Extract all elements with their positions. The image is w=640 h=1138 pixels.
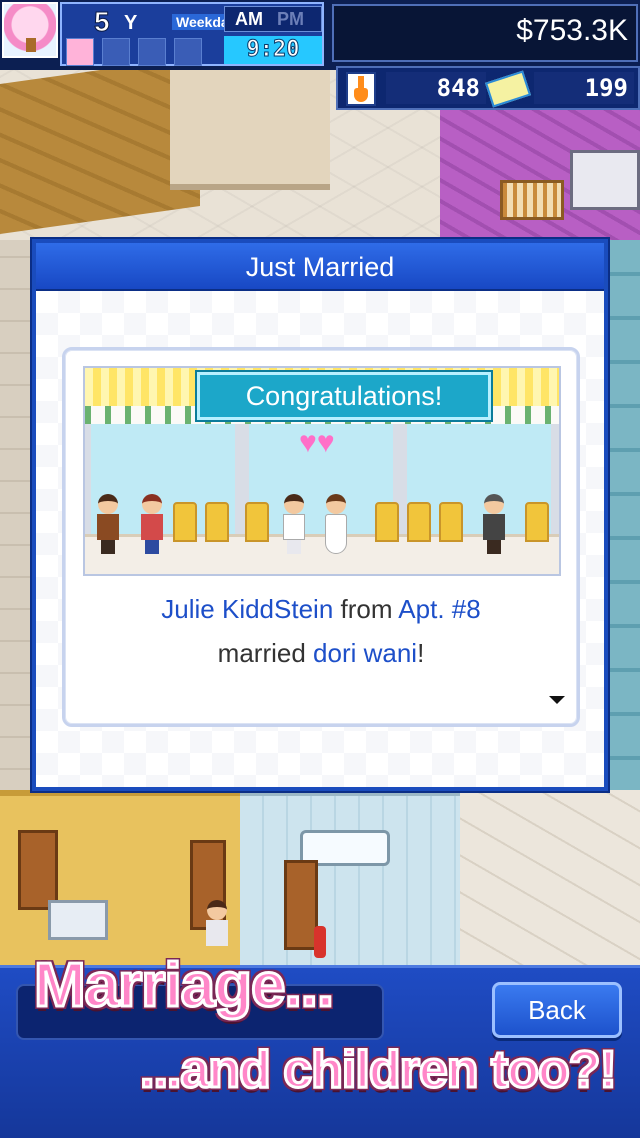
am-pm-indicator: AM PM: [224, 6, 322, 32]
sink-counter: [48, 900, 108, 940]
spouse-name: dori wani: [313, 638, 418, 668]
dialog-titlebar: Just Married: [36, 243, 604, 291]
guest-character: [139, 494, 165, 554]
message-panel[interactable]: ♥♥ Congratulations! Julie KiddStein from…: [62, 347, 580, 727]
groom-character: [281, 494, 307, 554]
year-unit: Y: [124, 12, 138, 34]
back-button[interactable]: Back: [492, 982, 622, 1038]
back-label: Back: [528, 995, 586, 1025]
guest-character: [95, 494, 121, 554]
gear-icon[interactable]: [102, 38, 130, 66]
chair: [525, 502, 549, 542]
chair: [407, 502, 431, 542]
money-value: $753.3K: [516, 14, 628, 47]
message-line-1: Julie KiddStein from Apt. #8: [65, 594, 577, 625]
chair: [375, 502, 399, 542]
bed: [570, 150, 640, 210]
bride-character: [323, 494, 355, 554]
dialog-title: Just Married: [245, 252, 395, 282]
room-bathroom[interactable]: [240, 790, 460, 965]
hud-top-bar: 5 Y Weekday AM PM 9:20 $753.3K: [0, 0, 640, 70]
married-text: married: [217, 638, 314, 668]
room-wall: [170, 70, 330, 190]
exclamation-text: !: [417, 638, 425, 668]
character-icon[interactable]: [174, 38, 202, 66]
crib: [500, 180, 564, 220]
am-label: AM: [235, 9, 263, 29]
door-bathroom[interactable]: [284, 860, 318, 950]
chair: [439, 502, 463, 542]
room-right-hall[interactable]: [610, 240, 640, 800]
money-panel: $753.3K: [332, 4, 638, 62]
date-panel: 5 Y Weekday AM PM 9:20: [60, 2, 324, 66]
building-icon[interactable]: [138, 38, 166, 66]
resource-bar: 848 199: [336, 66, 640, 110]
medal-icon[interactable]: [66, 38, 94, 66]
message-line-2: married dori wani!: [65, 638, 577, 669]
year-number: 5: [94, 6, 111, 38]
room-left-hall[interactable]: [0, 240, 32, 800]
next-page-arrow-icon[interactable]: [549, 696, 565, 704]
apartment-name: Apt. #8: [398, 594, 481, 624]
tickets-value: 199: [534, 72, 634, 104]
research-points-value: 848: [386, 72, 486, 104]
congratulations-text: Congratulations!: [245, 381, 443, 411]
from-text: from: [333, 594, 399, 624]
dialog-body: ♥♥ Congratulations! Julie KiddStein from…: [36, 291, 604, 787]
chair: [205, 502, 229, 542]
hearts-icon: ♥♥: [299, 426, 335, 459]
chair: [245, 502, 269, 542]
congratulations-banner: Congratulations!: [195, 370, 493, 422]
just-married-dialog[interactable]: Just Married ♥♥ Congratulations! Julie K…: [30, 237, 610, 793]
chair: [173, 502, 197, 542]
room-tile-right[interactable]: [460, 790, 640, 965]
promo-headline-2: ...and children too?!: [139, 1040, 619, 1101]
guest-character: [481, 494, 507, 554]
clock-time: 9:20: [224, 36, 322, 64]
ticket-icon[interactable]: [484, 70, 532, 108]
promo-headline-1: Marriage...: [32, 950, 335, 1022]
person-name: Julie KiddStein: [161, 594, 334, 624]
door-left[interactable]: [18, 830, 58, 910]
pm-label: PM: [277, 9, 304, 29]
avatar-icon[interactable]: [2, 2, 58, 58]
wedding-scene-image: ♥♥ Congratulations!: [83, 366, 561, 576]
flask-icon[interactable]: [346, 72, 376, 106]
